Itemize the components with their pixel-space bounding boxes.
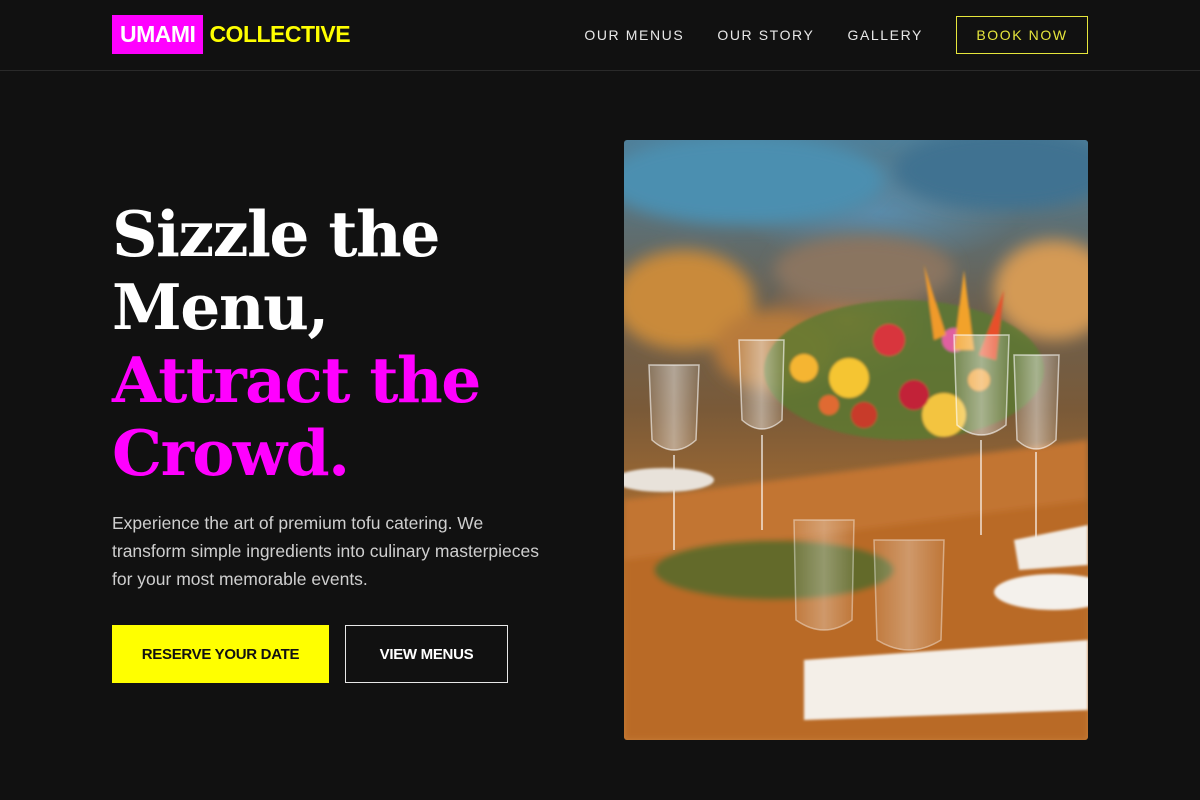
- brand-logo-collective: COLLECTIVE: [209, 21, 351, 47]
- book-now-button[interactable]: BOOK NOW: [956, 16, 1088, 54]
- reserve-date-button[interactable]: RESERVE YOUR DATE: [112, 625, 329, 683]
- nav-gallery[interactable]: GALLERY: [847, 27, 923, 43]
- hero-headline-line1: Sizzle the Menu,: [112, 197, 440, 344]
- table-setting-illustration: [624, 140, 1088, 740]
- hero-table-setting-image: [624, 140, 1088, 740]
- nav-our-story[interactable]: OUR STORY: [717, 27, 814, 43]
- hero-headline: Sizzle the Menu, Attract the Crowd.: [112, 198, 552, 490]
- hero-headline-line2: Attract the Crowd.: [112, 343, 481, 490]
- hero-subtext: Experience the art of premium tofu cater…: [112, 513, 539, 589]
- main-nav: OUR MENUS OUR STORY GALLERY BOOK NOW: [584, 16, 1088, 54]
- site-header: UMAMI COLLECTIVE OUR MENUS OUR STORY GAL…: [0, 0, 1200, 71]
- brand-logo[interactable]: UMAMI COLLECTIVE: [112, 15, 351, 54]
- brand-logo-umami: UMAMI: [112, 15, 204, 54]
- view-menus-button[interactable]: VIEW MENUS: [345, 625, 508, 683]
- nav-our-menus[interactable]: OUR MENUS: [584, 27, 684, 43]
